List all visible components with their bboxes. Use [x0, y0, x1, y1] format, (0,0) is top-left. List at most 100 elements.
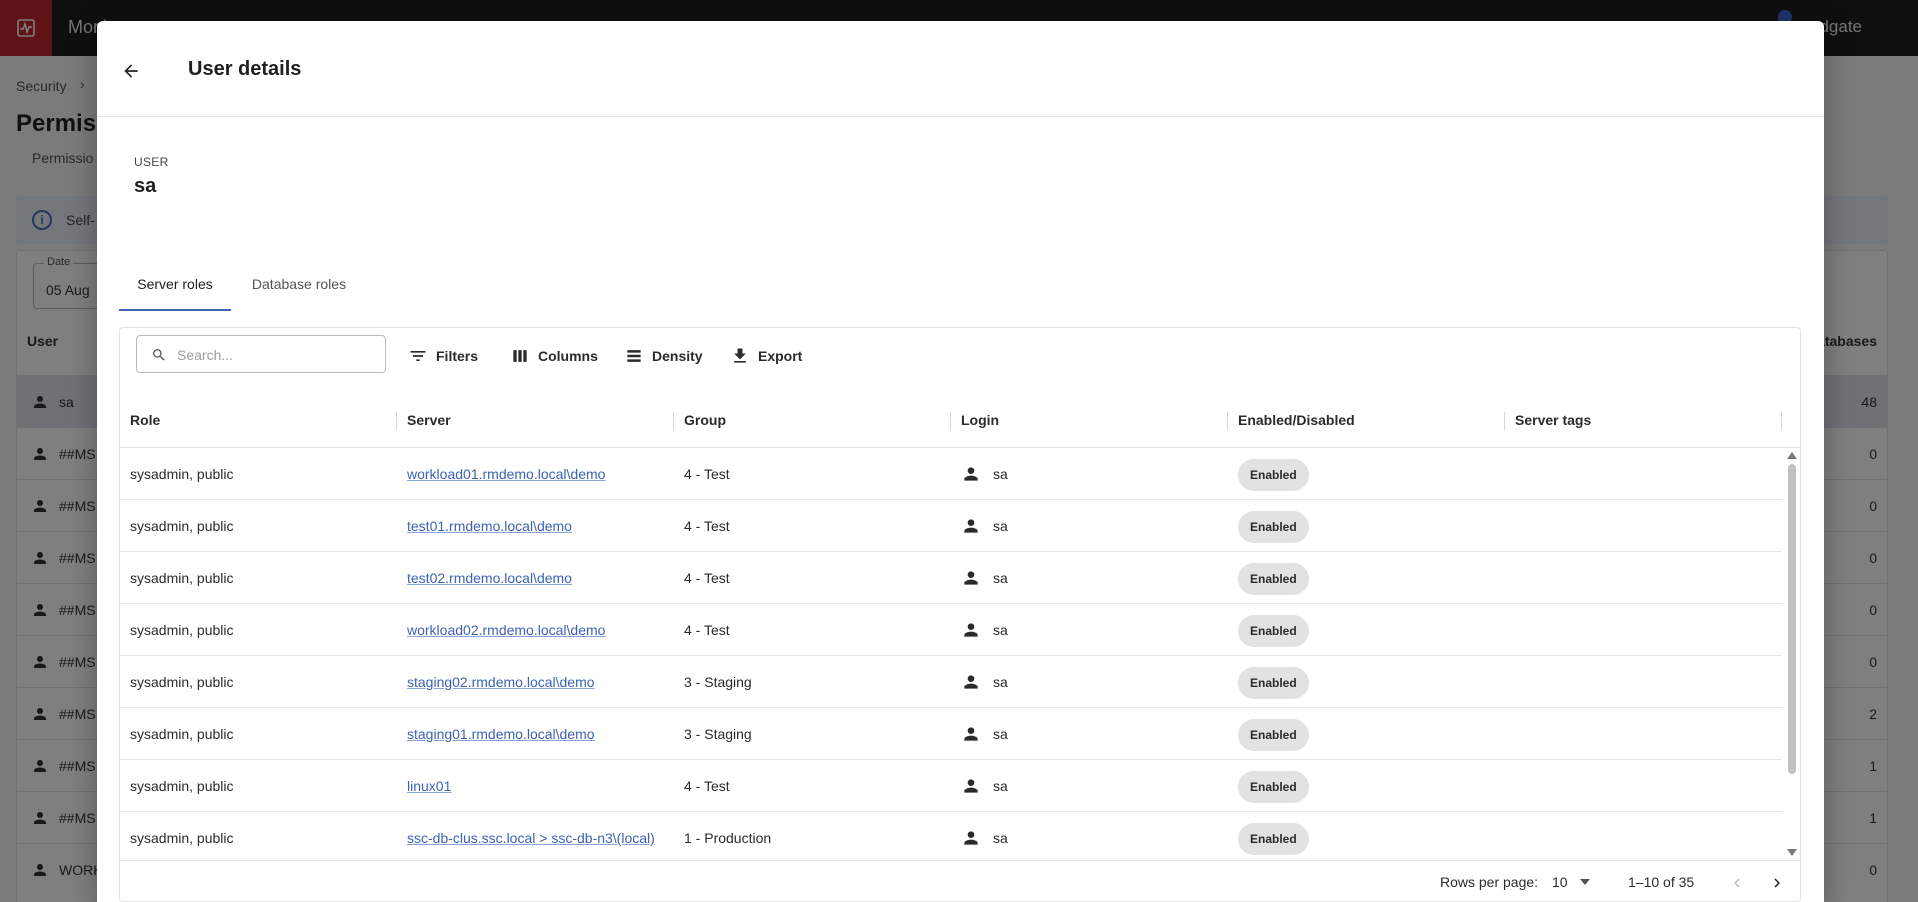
server-cell: test02.rmdemo.local\demo	[397, 552, 673, 604]
person-icon	[964, 831, 978, 845]
server-link[interactable]: linux01	[407, 778, 451, 794]
role-cell: sysadmin, public	[130, 674, 234, 690]
table-row[interactable]: sysadmin, public linux01 4 - Test sa Enabled	[120, 760, 1782, 812]
server-link[interactable]: workload01.rmdemo.local\demo	[407, 466, 605, 482]
table-row[interactable]: sysadmin, public staging01.rmdemo.local\d…	[120, 708, 1782, 760]
role-tabs: Server roles Database roles	[119, 257, 1803, 311]
server-cell: workload02.rmdemo.local\demo	[397, 604, 673, 656]
server-link[interactable]: test01.rmdemo.local\demo	[407, 518, 572, 534]
filter-icon	[410, 351, 426, 361]
column-header-enabled-disabled[interactable]: Enabled/Disabled	[1228, 392, 1355, 448]
download-icon	[734, 348, 746, 363]
role-cell: sysadmin, public	[130, 622, 234, 638]
status-badge: Enabled	[1238, 719, 1309, 752]
server-link[interactable]: staging01.rmdemo.local\demo	[407, 726, 595, 742]
table-row[interactable]: sysadmin, public staging02.rmdemo.local\d…	[120, 656, 1782, 708]
back-button[interactable]	[117, 57, 145, 85]
grid-toolbar: Filters Columns Density Export	[120, 328, 1800, 392]
server-link[interactable]: staging02.rmdemo.local\demo	[407, 674, 595, 690]
group-cell: 4 - Test	[684, 466, 730, 482]
server-cell: staging02.rmdemo.local\demo	[397, 656, 673, 708]
status-badge: Enabled	[1238, 511, 1309, 544]
column-header-login[interactable]: Login	[951, 392, 999, 448]
server-link[interactable]: workload02.rmdemo.local\demo	[407, 622, 605, 638]
status-badge: Enabled	[1238, 823, 1309, 856]
status-badge: Enabled	[1238, 459, 1309, 492]
server-roles-grid: Filters Columns Density Export Role Serv…	[119, 327, 1801, 902]
tab-database-roles[interactable]: Database roles	[241, 257, 357, 311]
next-page-button[interactable]	[1764, 870, 1790, 896]
status-cell: Enabled	[1228, 656, 1504, 708]
vertical-scrollbar[interactable]	[1784, 448, 1800, 860]
column-header-group[interactable]: Group	[674, 392, 726, 448]
login-cell: sa	[951, 604, 1227, 656]
search-field[interactable]	[136, 335, 386, 373]
role-cell: sysadmin, public	[130, 570, 234, 586]
login-name: sa	[993, 466, 1008, 482]
login-name: sa	[993, 778, 1008, 794]
tab-server-roles[interactable]: Server roles	[119, 257, 231, 311]
column-header-server[interactable]: Server	[397, 392, 451, 448]
dialog-header: User details	[97, 21, 1824, 117]
server-tags-cell	[1505, 604, 1781, 656]
user-details-dialog: User details USER sa Server roles Databa…	[97, 21, 1824, 902]
column-separator[interactable]	[1781, 412, 1782, 430]
export-button[interactable]: Export	[730, 344, 802, 368]
density-button[interactable]: Density	[624, 344, 703, 368]
status-cell: Enabled	[1228, 448, 1504, 500]
status-cell: Enabled	[1228, 760, 1504, 812]
filters-button[interactable]: Filters	[408, 344, 478, 368]
table-header: Role Server Group Login Enabled/Disabled…	[120, 392, 1800, 448]
server-cell: staging01.rmdemo.local\demo	[397, 708, 673, 760]
person-icon	[964, 467, 978, 481]
column-header-role[interactable]: Role	[120, 392, 160, 448]
table-row[interactable]: sysadmin, public workload01.rmdemo.local\…	[120, 448, 1782, 500]
search-icon	[153, 349, 165, 361]
previous-page-button[interactable]	[1724, 870, 1750, 896]
server-link[interactable]: test02.rmdemo.local\demo	[407, 570, 572, 586]
table-row[interactable]: sysadmin, public workload02.rmdemo.local\…	[120, 604, 1782, 656]
status-cell: Enabled	[1228, 604, 1504, 656]
group-cell: 4 - Test	[684, 518, 730, 534]
scroll-up-arrow-icon[interactable]	[1787, 452, 1797, 459]
person-icon	[964, 623, 978, 637]
grid-footer: Rows per page: 10 1–10 of 35	[120, 860, 1800, 901]
caret-down-icon	[1579, 879, 1590, 885]
scrollbar-thumb[interactable]	[1788, 464, 1796, 774]
scroll-down-arrow-icon[interactable]	[1787, 849, 1797, 856]
login-name: sa	[993, 830, 1008, 846]
login-cell: sa	[951, 448, 1227, 500]
table-row[interactable]: sysadmin, public ssc-db-clus.ssc.local > …	[120, 812, 1782, 860]
search-input[interactable]	[177, 345, 377, 365]
login-cell: sa	[951, 552, 1227, 604]
person-icon	[964, 571, 978, 585]
columns-icon	[513, 350, 527, 362]
role-cell: sysadmin, public	[130, 518, 234, 534]
login-cell: sa	[951, 656, 1227, 708]
status-cell: Enabled	[1228, 500, 1504, 552]
column-header-server-tags[interactable]: Server tags	[1505, 392, 1591, 448]
rows-per-page-label: Rows per page:	[1440, 874, 1539, 890]
group-cell: 1 - Production	[684, 830, 772, 846]
server-cell: ssc-db-clus.ssc.local > ssc-db-n3\(local…	[397, 812, 673, 860]
person-icon	[964, 727, 978, 741]
table-row[interactable]: sysadmin, public test01.rmdemo.local\demo…	[120, 500, 1782, 552]
columns-button[interactable]: Columns	[510, 344, 598, 368]
status-badge: Enabled	[1238, 563, 1309, 596]
server-link[interactable]: ssc-db-clus.ssc.local > ssc-db-n3\(local…	[407, 830, 655, 846]
role-cell: sysadmin, public	[130, 830, 234, 846]
login-cell: sa	[951, 760, 1227, 812]
rows-per-page-select[interactable]: 10	[1552, 871, 1590, 893]
login-cell: sa	[951, 708, 1227, 760]
table-body: sysadmin, public workload01.rmdemo.local\…	[120, 448, 1800, 860]
rows-per-page-value: 10	[1552, 874, 1568, 890]
server-cell: test01.rmdemo.local\demo	[397, 500, 673, 552]
login-cell: sa	[951, 812, 1227, 860]
server-cell: workload01.rmdemo.local\demo	[397, 448, 673, 500]
filters-label: Filters	[436, 348, 479, 364]
login-cell: sa	[951, 500, 1227, 552]
server-tags-cell	[1505, 656, 1781, 708]
server-tags-cell	[1505, 812, 1781, 860]
chevron-right-icon	[1774, 878, 1780, 888]
table-row[interactable]: sysadmin, public test02.rmdemo.local\demo…	[120, 552, 1782, 604]
